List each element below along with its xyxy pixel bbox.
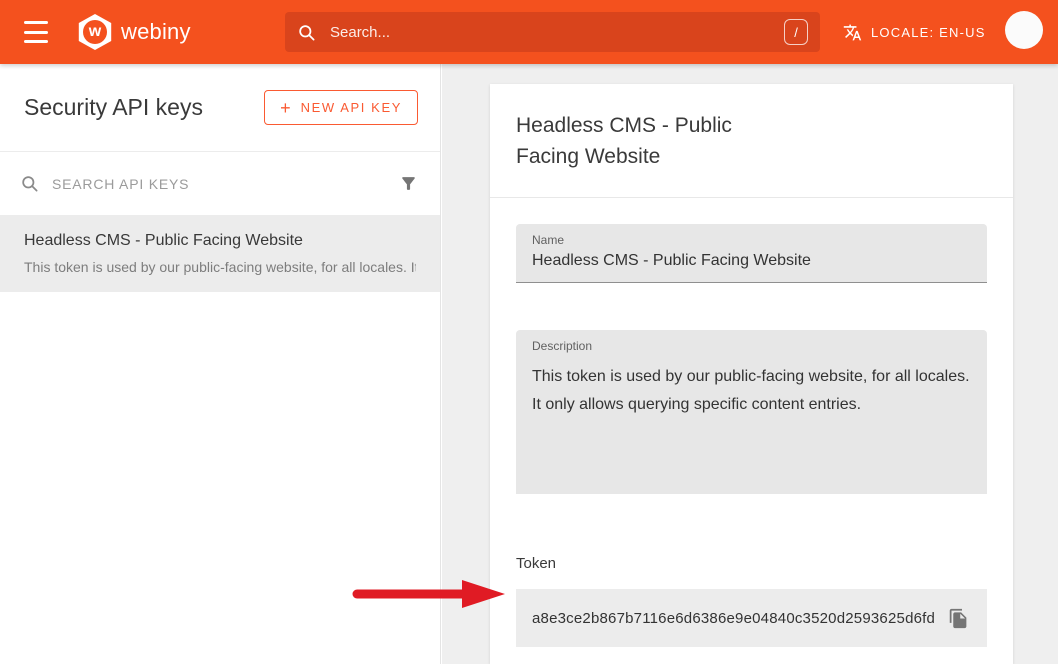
filter-button[interactable] <box>397 172 420 195</box>
global-search-input[interactable] <box>330 24 784 41</box>
user-avatar[interactable] <box>1005 11 1043 49</box>
api-key-item-title: Headless CMS - Public Facing Website <box>24 232 416 250</box>
search-icon <box>297 23 316 42</box>
page-title: Security API keys <box>24 94 203 121</box>
topbar: w webiny / LOCALE: EN-US <box>0 0 1058 64</box>
token-label: Token <box>516 555 987 572</box>
token-box: a8e3ce2b867b7116e6d6386e9e04840c3520d259… <box>516 589 987 647</box>
translate-icon <box>843 23 862 42</box>
webiny-wordmark: webiny <box>121 19 191 45</box>
name-field-label: Name <box>532 233 971 247</box>
detail-area: Headless CMS - Public Facing Website Nam… <box>442 64 1058 664</box>
global-search-bar[interactable]: / <box>285 12 820 52</box>
webiny-logo[interactable]: w webiny <box>77 14 191 50</box>
search-icon <box>20 174 39 193</box>
new-api-key-button-label: NEW API KEY <box>301 100 402 115</box>
locale-label: LOCALE: EN-US <box>871 25 986 40</box>
webiny-logo-icon: w <box>77 14 113 50</box>
api-keys-list-panel: Security API keys + NEW API KEY Headless… <box>0 64 441 664</box>
api-key-form: Name Headless CMS - Public Facing Websit… <box>490 198 1013 664</box>
plus-icon: + <box>280 101 291 115</box>
api-keys-search-row <box>0 152 440 216</box>
detail-title: Headless CMS - Public Facing Website <box>490 84 780 197</box>
list-panel-header: Security API keys + NEW API KEY <box>0 64 440 152</box>
api-key-detail-card: Headless CMS - Public Facing Website Nam… <box>490 84 1013 664</box>
webiny-logo-letter: w <box>83 20 107 44</box>
description-field-value: This token is used by our public-facing … <box>532 363 971 419</box>
locale-selector[interactable]: LOCALE: EN-US <box>843 0 986 64</box>
copy-icon <box>948 608 969 629</box>
description-field-label: Description <box>532 339 971 353</box>
filter-icon <box>399 174 418 193</box>
name-field[interactable]: Name Headless CMS - Public Facing Websit… <box>516 224 987 283</box>
name-field-value: Headless CMS - Public Facing Website <box>532 252 971 270</box>
new-api-key-button[interactable]: + NEW API KEY <box>264 90 418 125</box>
copy-token-button[interactable] <box>946 606 971 631</box>
api-key-list-item[interactable]: Headless CMS - Public Facing Website Thi… <box>0 216 440 292</box>
api-keys-search-input[interactable] <box>52 176 397 192</box>
search-shortcut-key: / <box>784 19 808 45</box>
menu-icon[interactable] <box>24 21 48 43</box>
description-field[interactable]: Description This token is used by our pu… <box>516 330 987 494</box>
api-key-item-description: This token is used by our public-facing … <box>24 259 416 275</box>
token-value: a8e3ce2b867b7116e6d6386e9e04840c3520d259… <box>532 610 935 627</box>
